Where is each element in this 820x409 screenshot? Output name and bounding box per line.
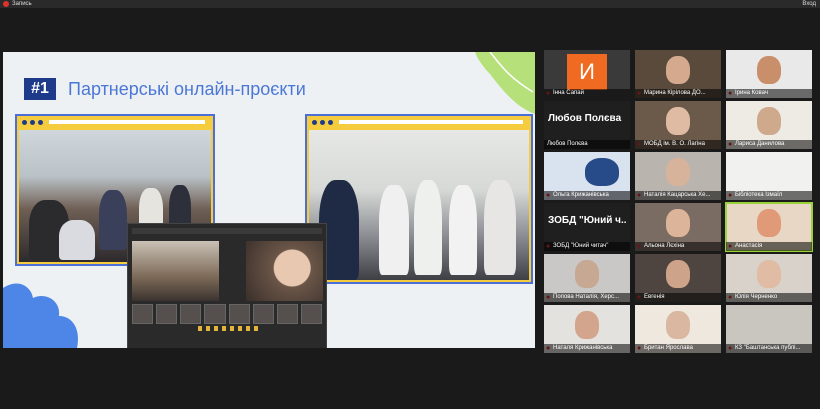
participant-name: Евгенія bbox=[635, 293, 721, 302]
participant-tile[interactable]: ЗОБД "Юний ч... ● ЗОБД "Юний читач" bbox=[544, 203, 630, 251]
participant-tile[interactable]: ● Евгенія bbox=[635, 254, 721, 302]
video-call-screenshot bbox=[127, 223, 327, 348]
participant-name: Любов Полєва bbox=[544, 140, 630, 149]
participant-tile[interactable]: ● Лариса Данилова bbox=[726, 101, 812, 149]
participant-display-name: ЗОБД "Юний ч... bbox=[548, 215, 626, 226]
participant-tile[interactable]: Любов Полєва Любов Полєва bbox=[544, 101, 630, 149]
participant-name: Лариса Данилова bbox=[726, 140, 812, 149]
participant-name: Юлія Черненко bbox=[726, 293, 812, 302]
participant-display-name: Любов Полєва bbox=[548, 113, 622, 124]
photo-frame-right bbox=[305, 114, 533, 284]
participant-tile[interactable]: ● Попова Наталія, Херс... bbox=[544, 254, 630, 302]
participant-tile[interactable]: ● Британ Ярослава bbox=[635, 305, 721, 353]
participant-name: Марина Кірілова ДО... bbox=[635, 89, 721, 98]
participant-name: Попова Наталія, Херс... bbox=[544, 293, 630, 302]
recording-label: Запись bbox=[12, 1, 32, 7]
participant-name: МОБД ім. В. О. Лагіна bbox=[635, 140, 721, 149]
blue-cloud-decoration bbox=[3, 283, 79, 348]
participant-name: Бібліотека Ізмаїл bbox=[726, 191, 812, 200]
participant-name: КЗ "Баштанська публі... bbox=[726, 344, 812, 353]
participant-tile[interactable]: ● МОБД ім. В. О. Лагіна bbox=[635, 101, 721, 149]
participant-tile[interactable]: ● Бібліотека Ізмаїл bbox=[726, 152, 812, 200]
participant-name: Наталя Крижанівська bbox=[544, 344, 630, 353]
top-bar: Запись Вход bbox=[0, 0, 820, 8]
participant-gallery: И ● Інна Сапай ● Марина Кірілова ДО... ●… bbox=[544, 50, 814, 360]
participant-tile[interactable]: ● Альона Лєхіна bbox=[635, 203, 721, 251]
participant-name: Британ Ярослава bbox=[635, 344, 721, 353]
participant-tile[interactable]: ● КЗ "Баштанська публі... bbox=[726, 305, 812, 353]
participant-tile[interactable]: ● Ірина Ковач bbox=[726, 50, 812, 98]
participant-name: Альона Лєхіна bbox=[635, 242, 721, 251]
participant-name: Ольга Крижанівська bbox=[544, 191, 630, 200]
slide-number-badge: #1 bbox=[24, 78, 56, 100]
participant-name: Інна Сапай bbox=[544, 89, 630, 98]
participant-name: Ірина Ковач bbox=[726, 89, 812, 98]
participant-tile[interactable]: ● Марина Кірілова ДО... bbox=[635, 50, 721, 98]
participant-tile-active-speaker[interactable]: ● Анастасія bbox=[725, 202, 813, 252]
participant-tile[interactable]: ● Наталя Крижанівська bbox=[544, 305, 630, 353]
avatar: И bbox=[567, 54, 607, 90]
record-icon bbox=[3, 1, 9, 7]
participant-name: Анастасія bbox=[726, 242, 812, 251]
students-photo bbox=[309, 130, 529, 280]
participant-name: Наталія Кацарська Хе... bbox=[635, 191, 721, 200]
shared-slide: #1 Партнерські онлайн-проєкти bbox=[3, 52, 535, 348]
exit-button[interactable]: Вход bbox=[802, 0, 816, 8]
green-leaf-decoration bbox=[475, 52, 535, 114]
participant-tile[interactable]: ● Ольга Крижанівська bbox=[544, 152, 630, 200]
participant-tile[interactable]: ● Наталія Кацарська Хе... bbox=[635, 152, 721, 200]
participant-tile[interactable]: И ● Інна Сапай bbox=[544, 50, 630, 98]
slide-title: Партнерські онлайн-проєкти bbox=[68, 79, 306, 99]
participant-tile[interactable]: ● Юлія Черненко bbox=[726, 254, 812, 302]
participant-name: ЗОБД "Юний читач" bbox=[544, 242, 630, 251]
